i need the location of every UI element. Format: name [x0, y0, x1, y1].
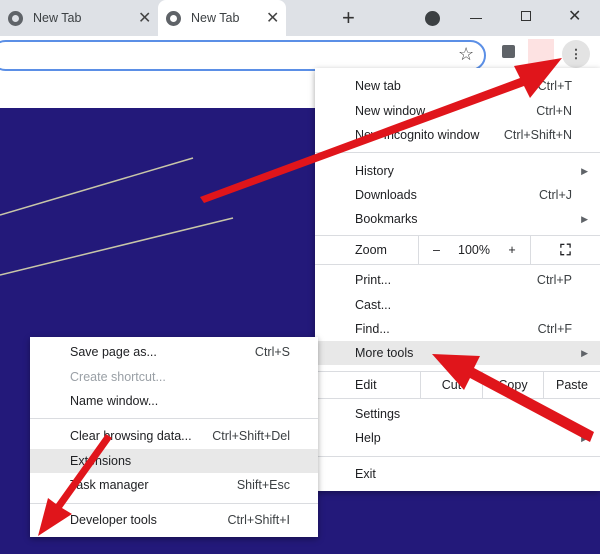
decor-line [0, 157, 194, 216]
more-tools-submenu: Save page as... Ctrl+S Create shortcut...… [30, 337, 318, 537]
cut-button[interactable]: Cut [420, 372, 482, 398]
menu-item-create-shortcut: Create shortcut... [30, 365, 318, 389]
menu-separator [315, 398, 600, 399]
menu-item-label: Clear browsing data... [70, 429, 192, 443]
submenu-arrow-icon: ▶ [581, 432, 588, 443]
submenu-arrow-icon: ▶ [581, 165, 588, 176]
shortcut-label: Ctrl+S [254, 345, 290, 359]
chrome-main-menu: New tab Ctrl+T New window Ctrl+N New Incog… [315, 68, 600, 491]
menu-item-label: More tools [355, 346, 414, 360]
menu-item-label: New tab [355, 79, 401, 93]
menu-item-label: Settings [355, 407, 401, 421]
menu-item-new-tab[interactable]: New tab Ctrl+T [315, 74, 600, 98]
menu-item-developer-tools[interactable]: Developer tools Ctrl+Shift+I [30, 508, 318, 532]
menu-item-label: Bookmarks [355, 212, 418, 226]
menu-item-label: Find... [355, 322, 390, 336]
menu-item-label: Extensions [70, 454, 132, 468]
shortcut-label: Ctrl+Shift+I [227, 513, 290, 527]
zoom-in-button[interactable]: + [494, 236, 530, 264]
menu-item-extensions[interactable]: Extensions [30, 449, 318, 473]
submenu-arrow-icon: ▶ [581, 213, 588, 224]
menu-item-history[interactable]: History ▶ [315, 159, 600, 183]
shortcut-label: Shift+Esc [236, 478, 290, 492]
menu-item-task-manager[interactable]: Task manager Shift+Esc [30, 473, 318, 497]
menu-item-clear-data[interactable]: Clear browsing data... Ctrl+Shift+Del [30, 424, 318, 448]
menu-item-label: Zoom [355, 243, 387, 257]
menu-item-cast[interactable]: Cast... [315, 293, 600, 317]
shortcut-label: Ctrl+N [536, 104, 572, 118]
zoom-level: 100% [458, 243, 490, 257]
menu-item-label: New window [355, 104, 426, 118]
menu-item-new-window[interactable]: New window Ctrl+N [315, 99, 600, 123]
menu-item-label: Help [355, 431, 381, 445]
menu-separator [315, 456, 600, 457]
menu-item-bookmarks[interactable]: Bookmarks ▶ [315, 207, 600, 231]
shortcut-label: Ctrl+P [536, 273, 572, 287]
menu-item-help[interactable]: Help ▶ [315, 426, 600, 450]
menu-separator [315, 152, 600, 153]
menu-item-label: New Incognito window [355, 128, 480, 142]
menu-item-print[interactable]: Print... Ctrl+P [315, 268, 600, 292]
shortcut-label: Ctrl+F [537, 322, 572, 336]
decor-line [0, 217, 234, 276]
menu-separator [30, 418, 318, 419]
menu-item-more-tools[interactable]: More tools ▶ [315, 341, 600, 365]
menu-item-save-page[interactable]: Save page as... Ctrl+S [30, 340, 318, 364]
menu-separator [30, 503, 318, 504]
menu-item-exit[interactable]: Exit [315, 462, 600, 486]
menu-item-label: Task manager [70, 478, 149, 492]
menu-item-label: History [355, 164, 394, 178]
menu-item-name-window[interactable]: Name window... [30, 389, 318, 413]
shortcut-label: Ctrl+Shift+N [503, 128, 572, 142]
menu-item-label: Create shortcut... [70, 370, 166, 384]
zoom-out-button[interactable]: – [418, 236, 454, 264]
menu-item-find[interactable]: Find... Ctrl+F [315, 317, 600, 341]
shortcut-label: Ctrl+T [537, 79, 572, 93]
menu-item-label: Downloads [355, 188, 417, 202]
shortcut-label: Ctrl+J [539, 188, 572, 202]
menu-item-label: Developer tools [70, 513, 157, 527]
menu-item-label: Edit [355, 378, 377, 392]
menu-item-label: Cast... [355, 298, 392, 312]
fullscreen-icon[interactable]: ⛶ [530, 236, 600, 264]
menu-item-label: Exit [355, 467, 376, 481]
menu-separator [315, 264, 600, 265]
menu-item-label: Print... [355, 273, 392, 287]
menu-item-incognito[interactable]: New Incognito window Ctrl+Shift+N [315, 123, 600, 147]
edit-row: Edit Cut Copy Paste [315, 372, 600, 398]
menu-item-settings[interactable]: Settings [315, 402, 600, 426]
zoom-row: Zoom – 100% + ⛶ [315, 236, 600, 264]
paste-button[interactable]: Paste [543, 372, 600, 398]
copy-button[interactable]: Copy [482, 372, 543, 398]
submenu-arrow-icon: ▶ [581, 347, 588, 358]
shortcut-label: Ctrl+Shift+Del [212, 429, 290, 443]
menu-item-label: Name window... [70, 394, 159, 408]
menu-item-label: Save page as... [70, 345, 157, 359]
menu-item-downloads[interactable]: Downloads Ctrl+J [315, 183, 600, 207]
